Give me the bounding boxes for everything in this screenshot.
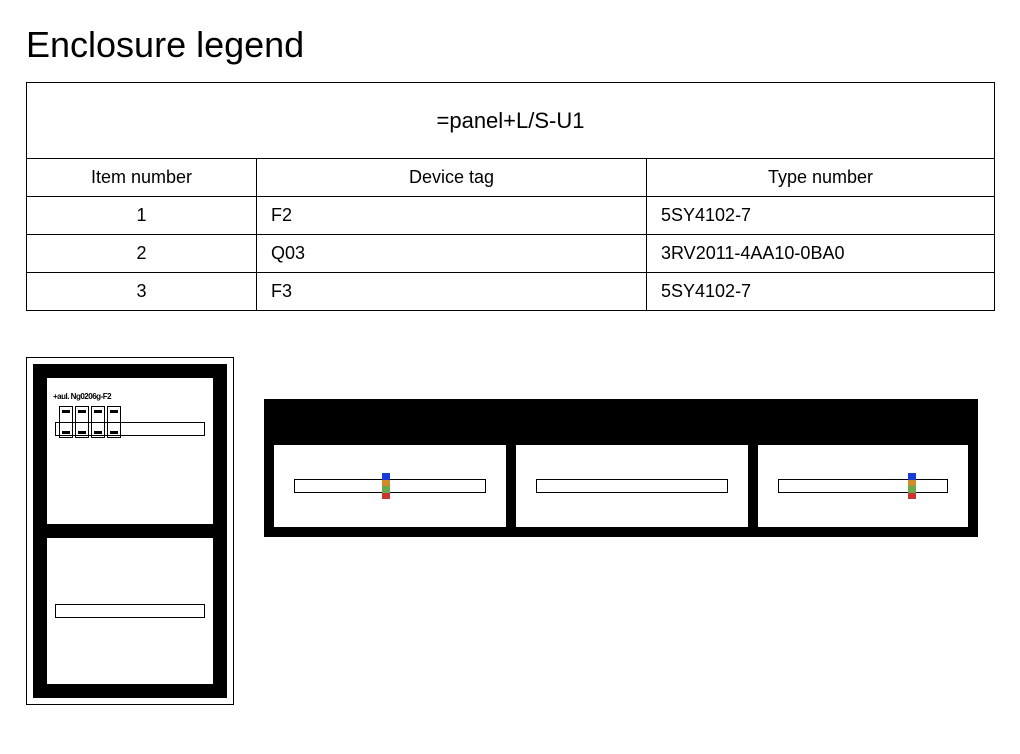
drawings-row: +aul. Ng0206g-F2 bbox=[26, 357, 994, 705]
col-header-item: Item number bbox=[27, 159, 257, 197]
cell-type: 3RV2011-4AA10-0BA0 bbox=[647, 235, 995, 273]
col-header-type: Type number bbox=[647, 159, 995, 197]
table-row: 1 F2 5SY4102-7 bbox=[27, 197, 995, 235]
cell-item: 1 bbox=[27, 197, 257, 235]
cell-type: 5SY4102-7 bbox=[647, 273, 995, 311]
cell-item: 3 bbox=[27, 273, 257, 311]
table-row: 2 Q03 3RV2011-4AA10-0BA0 bbox=[27, 235, 995, 273]
table-row: 3 F3 5SY4102-7 bbox=[27, 273, 995, 311]
mounting-rail bbox=[778, 479, 948, 493]
enclosure-thumbnail: +aul. Ng0206g-F2 bbox=[26, 357, 234, 705]
cell-tag: F3 bbox=[257, 273, 647, 311]
mounting-rail bbox=[294, 479, 486, 493]
legend-table: =panel+L/S-U1 Item number Device tag Typ… bbox=[26, 82, 995, 311]
detail-panel bbox=[758, 445, 968, 527]
enclosure-frame: +aul. Ng0206g-F2 bbox=[33, 364, 227, 698]
detail-panel bbox=[274, 445, 506, 527]
detail-strip bbox=[264, 399, 978, 537]
page-title: Enclosure legend bbox=[26, 24, 994, 66]
enclosure-device-labels: +aul. Ng0206g-F2 bbox=[53, 392, 111, 401]
enclosure-upper: +aul. Ng0206g-F2 bbox=[47, 378, 213, 524]
mounting-rail bbox=[55, 604, 205, 618]
enclosure-lower bbox=[47, 538, 213, 684]
mounting-rail bbox=[55, 422, 205, 436]
cell-tag: F2 bbox=[257, 197, 647, 235]
mounting-rail bbox=[536, 479, 728, 493]
component-icon bbox=[382, 473, 390, 499]
cell-type: 5SY4102-7 bbox=[647, 197, 995, 235]
cell-tag: Q03 bbox=[257, 235, 647, 273]
detail-panel bbox=[516, 445, 748, 527]
col-header-tag: Device tag bbox=[257, 159, 647, 197]
table-banner: =panel+L/S-U1 bbox=[27, 83, 995, 159]
cell-item: 2 bbox=[27, 235, 257, 273]
component-icon bbox=[908, 473, 916, 499]
